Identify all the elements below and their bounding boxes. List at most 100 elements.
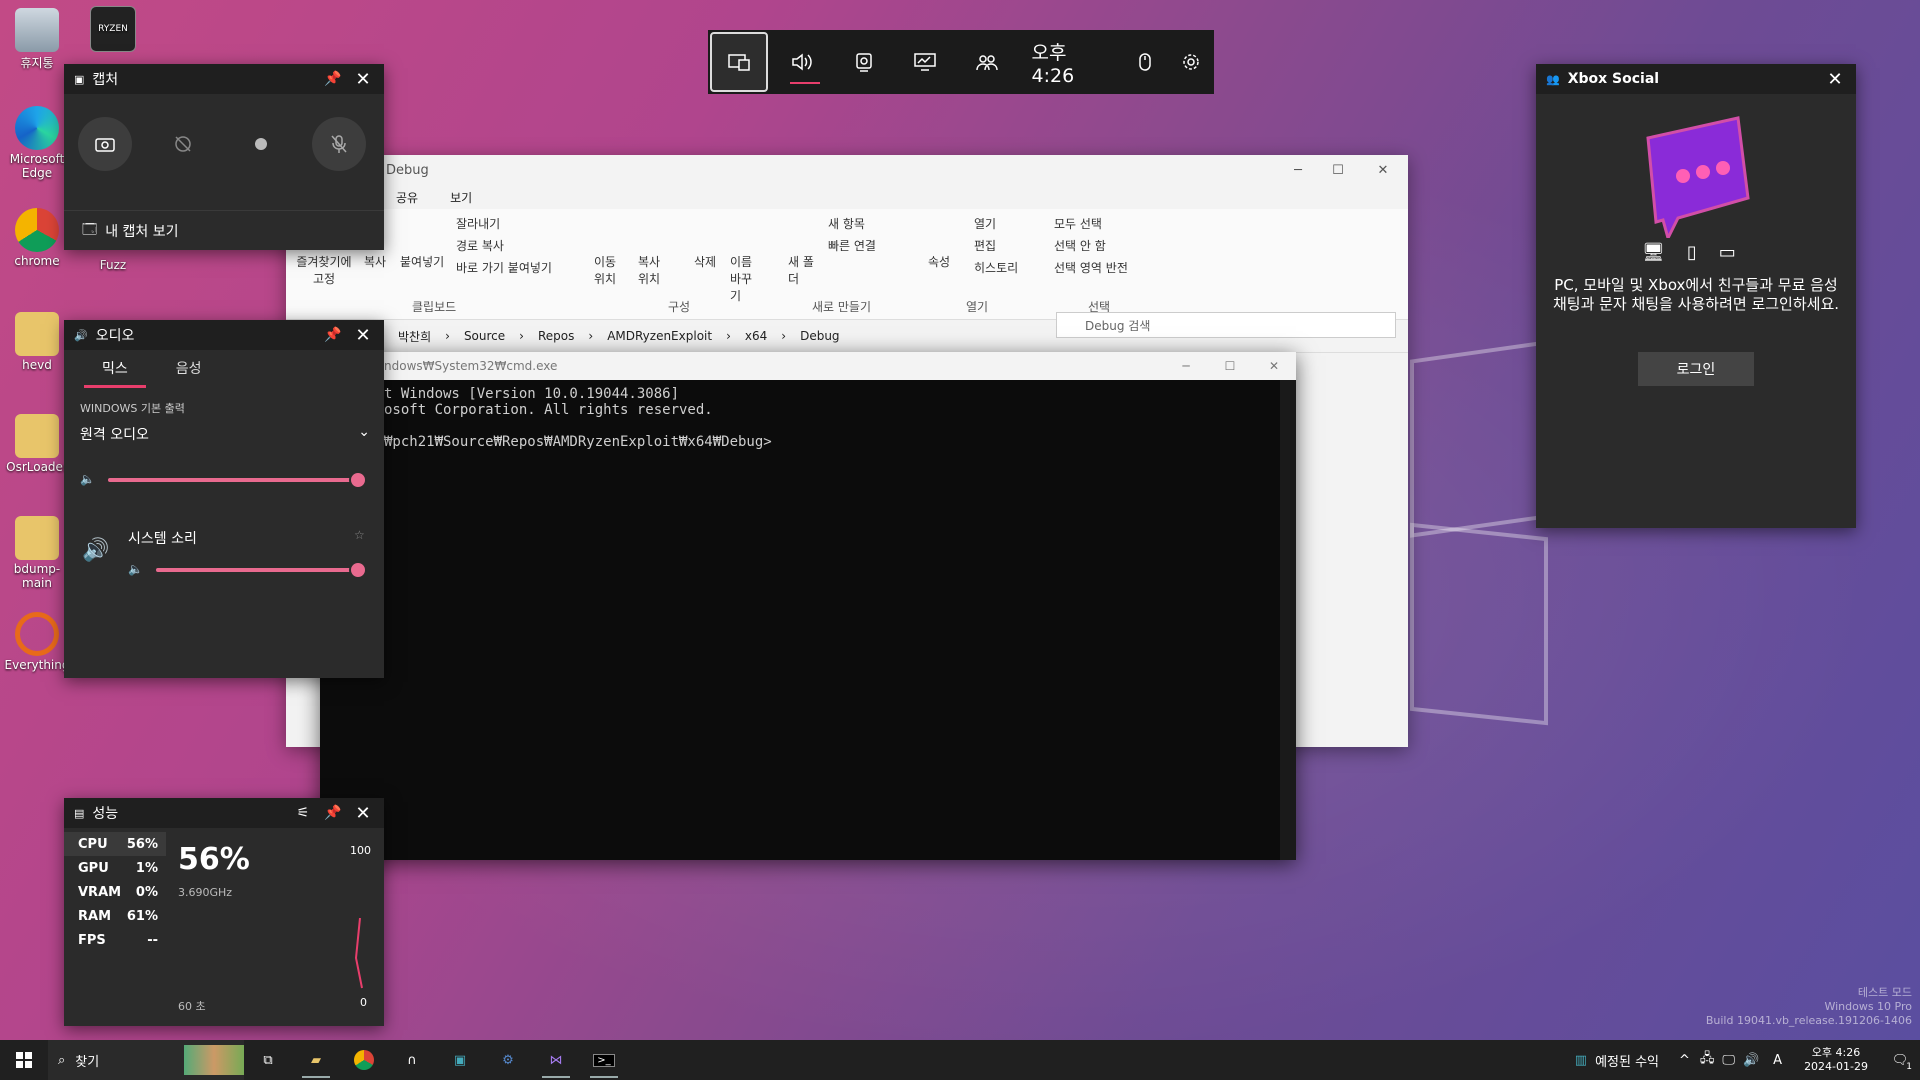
close-icon[interactable]: ✕ bbox=[352, 324, 374, 346]
desktop-icon-fuzz[interactable]: Fuzz bbox=[76, 258, 150, 272]
invert-selection-button[interactable]: 선택 영역 반전 bbox=[1054, 259, 1128, 276]
tray-stock-widget[interactable]: ▥ 예정된 수익 bbox=[1575, 1051, 1659, 1070]
device-volume-slider[interactable] bbox=[108, 478, 358, 482]
properties-button[interactable]: 속성 bbox=[928, 253, 950, 270]
capture-header[interactable]: ▣ 캡처 📌 ✕ bbox=[64, 64, 384, 94]
desktop-icon-hevd[interactable]: hevd bbox=[0, 312, 74, 372]
taskbar-explorer[interactable]: ▰ bbox=[292, 1040, 340, 1080]
quick-access-button[interactable]: 빠른 연결 bbox=[828, 237, 876, 254]
perf-row-fps[interactable]: FPS -- bbox=[64, 928, 166, 952]
perf-row-ram[interactable]: RAM 61% bbox=[64, 904, 166, 928]
taskbar-app-n[interactable]: ∩ bbox=[388, 1040, 436, 1080]
audio-widget-button[interactable] bbox=[772, 30, 833, 94]
start-recording-button[interactable] bbox=[234, 117, 288, 171]
paste-shortcut-button[interactable]: 바로 가기 붙여넣기 bbox=[456, 259, 552, 276]
volume-icon[interactable]: 🔊 bbox=[1743, 1053, 1759, 1068]
pin-button[interactable]: 즐겨찾기에 고정 bbox=[292, 253, 356, 287]
rename-button[interactable]: 이름 바꾸기 bbox=[730, 253, 760, 304]
desktop-icon-edge[interactable]: Microsoft Edge bbox=[0, 106, 74, 180]
audio-header[interactable]: 🔊 오디오 📌 ✕ bbox=[64, 320, 384, 350]
see-my-captures-link[interactable]: 🗔 내 캡처 보기 bbox=[64, 210, 384, 250]
close-icon[interactable]: ✕ bbox=[1358, 163, 1408, 178]
settings-button[interactable] bbox=[1168, 30, 1214, 94]
cmd-scrollbar[interactable] bbox=[1280, 380, 1296, 860]
breadcrumb-item[interactable]: Source bbox=[464, 329, 505, 343]
tab-mix[interactable]: 믹스 bbox=[84, 350, 146, 388]
copy-button[interactable]: 복사 bbox=[364, 253, 386, 270]
taskbar-app-settings[interactable]: ⚙ bbox=[484, 1040, 532, 1080]
breadcrumb-item[interactable]: x64 bbox=[745, 329, 767, 343]
breadcrumb-item[interactable]: Debug bbox=[800, 329, 839, 343]
cut-button[interactable]: 잘라내기 bbox=[456, 215, 500, 232]
app-volume-slider[interactable] bbox=[156, 568, 358, 572]
desktop-icon-ryzen[interactable]: RYZEN bbox=[76, 6, 150, 54]
taskbar-search[interactable]: ⌕ 찾기 bbox=[48, 1040, 244, 1080]
taskbar-app-blue[interactable]: ▣ bbox=[436, 1040, 484, 1080]
breadcrumb-item[interactable]: Repos bbox=[538, 329, 574, 343]
taskbar-clock[interactable]: 오후 4:26 2024-01-29 bbox=[1804, 1046, 1868, 1074]
maximize-icon[interactable]: ☐ bbox=[1318, 163, 1358, 178]
device-volume-thumb[interactable] bbox=[349, 471, 367, 489]
close-icon[interactable]: ✕ bbox=[1252, 359, 1296, 373]
desktop-icon-osrloader[interactable]: OsrLoader bbox=[0, 414, 74, 474]
network-icon[interactable]: 🖧 bbox=[1700, 1049, 1715, 1071]
delete-button[interactable]: 삭제 bbox=[694, 253, 716, 270]
taskbar-cmd[interactable]: >_ bbox=[580, 1040, 628, 1080]
login-button[interactable]: 로그인 bbox=[1638, 352, 1754, 386]
chevron-up-icon[interactable]: ^ bbox=[1679, 1053, 1690, 1068]
explorer-titlebar[interactable]: Debug ─ ☐ ✕ bbox=[286, 155, 1408, 185]
cmd-output[interactable]: t Windows [Version 10.0.19044.3086] osoft… bbox=[320, 380, 1296, 450]
move-to-button[interactable]: 이동 위치 bbox=[594, 253, 624, 287]
desktop-icon-recycle-bin[interactable]: 휴지통 bbox=[0, 8, 74, 71]
history-button[interactable]: 히스토리 bbox=[974, 259, 1018, 276]
taskbar-chrome[interactable] bbox=[340, 1040, 388, 1080]
xbox-social-header[interactable]: 👥 Xbox Social ✕ bbox=[1536, 64, 1856, 94]
pin-icon[interactable]: 📌 bbox=[322, 68, 344, 90]
close-icon[interactable]: ✕ bbox=[352, 802, 374, 824]
microphone-toggle-button[interactable] bbox=[312, 117, 366, 171]
desktop-icon-bdump[interactable]: bdump-main bbox=[0, 516, 74, 590]
xbox-social-widget-button[interactable] bbox=[956, 30, 1017, 94]
breadcrumb-item[interactable]: 박찬희 bbox=[398, 328, 431, 345]
perf-row-gpu[interactable]: GPU 1% bbox=[64, 856, 166, 880]
performance-header[interactable]: ▤ 성능 ⚟ 📌 ✕ bbox=[64, 798, 384, 828]
maximize-icon[interactable]: ☐ bbox=[1208, 359, 1252, 373]
tab-share[interactable]: 공유 bbox=[396, 189, 418, 206]
star-icon[interactable]: ☆ bbox=[354, 528, 365, 542]
desktop-icon-everything[interactable]: Everything bbox=[0, 612, 74, 672]
close-icon[interactable]: ✕ bbox=[352, 68, 374, 90]
minimize-icon[interactable]: ─ bbox=[1164, 359, 1208, 373]
task-view-button[interactable]: ⧉ bbox=[244, 1040, 292, 1080]
start-button[interactable] bbox=[0, 1040, 48, 1080]
edit-button[interactable]: 편집 bbox=[974, 237, 996, 254]
copy-to-button[interactable]: 복사 위치 bbox=[638, 253, 668, 287]
perf-row-cpu[interactable]: CPU 56% bbox=[64, 832, 166, 856]
desktop-icon-chrome[interactable]: chrome bbox=[0, 208, 74, 268]
notification-center-button[interactable]: 🗨 1 bbox=[1880, 1040, 1920, 1080]
mouse-button[interactable] bbox=[1122, 30, 1168, 94]
monitor-icon[interactable]: 🖵 bbox=[1722, 1053, 1735, 1068]
select-none-button[interactable]: 선택 안 함 bbox=[1054, 237, 1106, 254]
copy-path-button[interactable]: 경로 복사 bbox=[456, 237, 504, 254]
new-folder-button[interactable]: 새 폴더 bbox=[788, 253, 814, 287]
options-icon[interactable]: ⚟ bbox=[292, 802, 314, 824]
pin-icon[interactable]: 📌 bbox=[322, 324, 344, 346]
record-last-button[interactable] bbox=[156, 117, 210, 171]
breadcrumb-item[interactable]: AMDRyzenExploit bbox=[607, 329, 712, 343]
minimize-icon[interactable]: ─ bbox=[1278, 163, 1318, 178]
pin-icon[interactable]: 📌 bbox=[322, 802, 344, 824]
performance-widget-button[interactable] bbox=[895, 30, 956, 94]
cmd-titlebar[interactable]: ndows₩System32₩cmd.exe ─ ☐ ✕ bbox=[320, 352, 1296, 380]
capture-widget-button[interactable] bbox=[833, 30, 894, 94]
output-device-select[interactable]: 원격 오디오 ⌄ bbox=[80, 424, 370, 444]
select-all-button[interactable]: 모두 선택 bbox=[1054, 215, 1102, 232]
paste-button[interactable]: 붙여넣기 bbox=[400, 253, 444, 270]
tab-view[interactable]: 보기 bbox=[450, 189, 472, 206]
new-item-button[interactable]: 새 항목 bbox=[828, 215, 865, 232]
search-input[interactable]: Debug 검색 bbox=[1056, 312, 1396, 338]
close-icon[interactable]: ✕ bbox=[1824, 68, 1846, 90]
tab-voice[interactable]: 음성 bbox=[158, 350, 220, 388]
widget-menu-button[interactable] bbox=[710, 32, 768, 92]
screenshot-button[interactable] bbox=[78, 117, 132, 171]
ime-indicator[interactable]: A bbox=[1773, 1053, 1782, 1068]
